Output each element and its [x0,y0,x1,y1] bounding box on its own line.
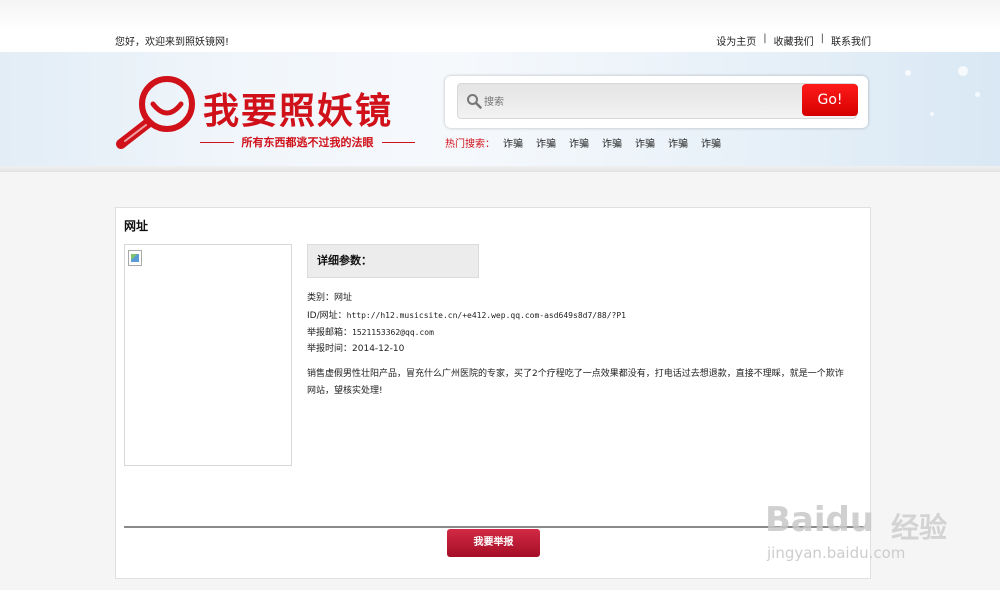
detail-label: 举报邮箱： [307,328,353,338]
search-field [457,83,857,119]
search-input[interactable] [484,93,784,111]
watermark-url: jingyan.baidu.com [767,544,906,562]
baidu-jingyan-watermark: Baidu 经验 jingyan.baidu.com [765,480,965,570]
site-logo[interactable]: 我要照妖镜 所有东西都逃不过我的法眼 [115,74,415,152]
detail-label: 类别： [307,293,335,303]
search-go-button[interactable]: Go! [802,84,858,116]
link-separator: | [763,33,767,44]
detail-list: 类别：网址 ID/网址：http://h12.musicsite.cn/+e41… [307,290,626,358]
watermark-brand: Baidu [765,500,875,540]
slogan-text: 所有东西都逃不过我的法眼 [241,136,374,149]
report-image [124,244,292,466]
decor-bubble [975,92,980,97]
params-title: 详细参数： [307,244,479,278]
decor-bubble [930,112,934,116]
broken-image-icon [128,250,142,266]
hot-search-label: 热门搜索： [445,139,495,150]
hot-search-item[interactable]: 诈骗 [701,135,721,150]
page-title: 网址 [124,219,149,233]
top-links: 设为主页 | 收藏我们 | 联系我们 [716,33,871,48]
detail-row-url: ID/网址：http://h12.musicsite.cn/+e412.wep.… [307,307,626,324]
detail-row-date: 举报时间：2014-12-10 [307,341,626,358]
hot-search-item[interactable]: 诈骗 [602,135,622,150]
slogan-line-right [381,141,415,143]
watermark-cn: 经验 [891,511,948,544]
hot-search-item[interactable]: 诈骗 [635,135,655,150]
slogan-line-left [200,141,234,143]
magnifier-smile-logo-icon [116,76,195,149]
detail-value: http://h12.musicsite.cn/+e412.wep.qq.com… [346,311,626,320]
bookmark-link[interactable]: 收藏我们 [774,33,814,48]
hot-search-item[interactable]: 诈骗 [668,135,688,150]
detail-row-email: 举报邮箱：1521153362@qq.com [307,324,626,341]
contact-link[interactable]: 联系我们 [831,33,871,48]
set-homepage-link[interactable]: 设为主页 [716,33,756,48]
decor-bubble [905,70,911,76]
report-button[interactable]: 我要举报 [447,529,540,557]
divider [124,526,864,528]
hot-search-item[interactable]: 诈骗 [536,135,556,150]
detail-row-category: 类别：网址 [307,290,626,307]
decor-bubble [958,66,968,76]
hot-search-item[interactable]: 诈骗 [569,135,589,150]
site-header: 我要照妖镜 所有东西都逃不过我的法眼 Go! 热门搜索： 诈骗 诈骗 诈骗 诈骗… [0,52,1000,172]
link-separator: | [820,33,824,44]
hot-search: 热门搜索： 诈骗 诈骗 诈骗 诈骗 诈骗 诈骗 诈骗 [445,135,734,150]
report-detail-panel: 网址 详细参数： 类别：网址 ID/网址：http://h12.musicsit… [115,207,871,579]
welcome-text: 您好，欢迎来到照妖镜网! [115,37,230,48]
detail-value: 网址 [334,293,353,303]
detail-label: 举报时间： [307,344,353,354]
detail-value: 2014-12-10 [352,344,405,354]
logo-title: 我要照妖镜 [203,90,394,132]
hot-search-item[interactable]: 诈骗 [503,135,523,150]
report-description: 销售虚假男性壮阳产品，冒充什么广州医院的专家，买了2个疗程吃了一点效果都没有，打… [307,369,844,396]
logo-slogan: 所有东西都逃不过我的法眼 [200,134,415,150]
detail-label: ID/网址： [307,311,347,321]
search-icon [467,94,482,109]
top-bar: 您好，欢迎来到照妖镜网! 设为主页 | 收藏我们 | 联系我们 [0,0,1000,52]
search-box: Go! [445,76,868,128]
detail-value: 1521153362@qq.com [352,328,434,337]
